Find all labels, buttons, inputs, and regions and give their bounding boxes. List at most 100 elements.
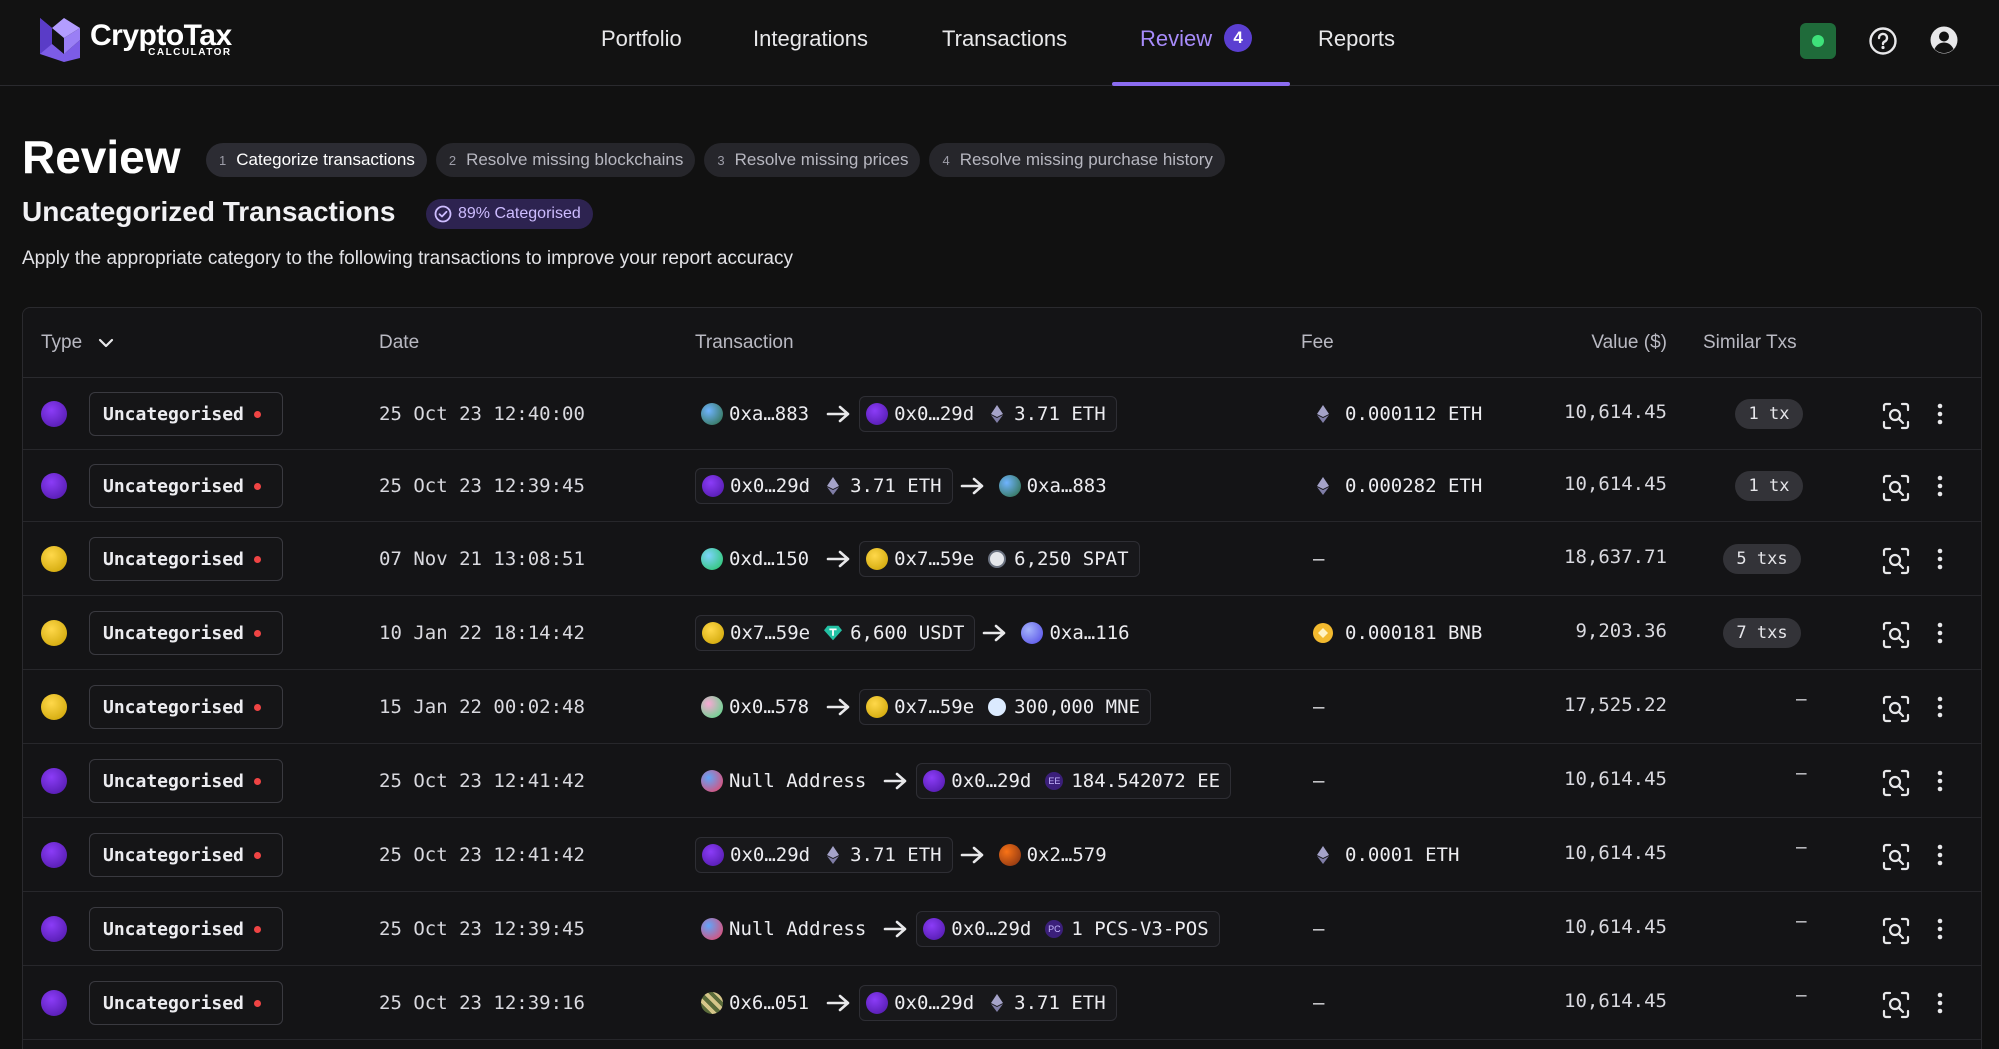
table-row[interactable]: Uncategorised 07 Nov 21 13:08:51 0xd…150 0x… <box>23 522 1981 596</box>
inspect-transaction-icon[interactable] <box>1881 473 1911 503</box>
wallet-avatar-icon <box>41 842 67 868</box>
nav-review[interactable]: Review 4 <box>1140 24 1253 54</box>
address-avatar-icon <box>998 475 1021 497</box>
inspect-transaction-icon[interactable] <box>1881 401 1911 431</box>
inspect-transaction-icon[interactable] <box>1881 990 1911 1020</box>
more-options-icon[interactable] <box>1936 547 1944 571</box>
column-header-transaction: Transaction <box>695 332 794 353</box>
similar-txs-badge[interactable]: 7 txs <box>1723 618 1801 648</box>
similar-txs-badge[interactable]: 5 txs <box>1723 544 1801 574</box>
category-select[interactable]: Uncategorised <box>89 685 283 729</box>
eth-token-icon <box>824 846 842 864</box>
address-chip[interactable]: 0x0…29d 3.71 ETH <box>859 985 1117 1021</box>
more-options-icon[interactable] <box>1936 695 1944 719</box>
category-select[interactable]: Uncategorised <box>89 907 283 951</box>
category-label: Uncategorised <box>103 770 244 792</box>
category-select[interactable]: Uncategorised <box>89 981 283 1025</box>
tx-date: 25 Oct 23 12:39:45 <box>379 475 585 497</box>
step-categorize[interactable]: 1 Categorize transactions <box>206 143 427 177</box>
wallet-avatar-icon <box>41 473 67 499</box>
inspect-transaction-icon[interactable] <box>1881 546 1911 576</box>
category-select[interactable]: Uncategorised <box>89 392 283 436</box>
similar-txs-badge[interactable]: 1 tx <box>1735 471 1803 501</box>
address-chip[interactable]: 0x0…29d 3.71 ETH <box>859 396 1117 432</box>
logo-mark-icon <box>34 14 86 64</box>
tx-flow: 0xa…883 0x0…29d 3.71 ETH <box>695 396 1117 432</box>
column-header-date[interactable]: Date <box>379 332 419 354</box>
inspect-transaction-icon[interactable] <box>1881 916 1911 946</box>
table-row[interactable]: Uncategorised 25 Oct 23 12:41:42 Null Addr… <box>23 744 1981 818</box>
address-chip[interactable]: 0xd…150 <box>695 541 819 577</box>
category-select[interactable]: Uncategorised <box>89 537 283 581</box>
step-number: 2 <box>448 152 457 168</box>
address-label: 0x0…29d <box>951 918 1032 940</box>
more-options-icon[interactable] <box>1936 843 1944 867</box>
inspect-transaction-icon[interactable] <box>1881 620 1911 650</box>
uncategorised-dot-icon <box>253 925 261 933</box>
step-missing-prices[interactable]: 3 Resolve missing prices <box>704 143 921 177</box>
address-avatar-icon <box>1021 622 1044 644</box>
step-number: 4 <box>942 152 950 168</box>
address-chip[interactable]: Null Address <box>695 911 876 947</box>
nav-portfolio[interactable]: Portfolio <box>601 26 682 52</box>
address-chip[interactable]: 0x0…29d 3.71 ETH <box>695 468 953 504</box>
more-options-icon[interactable] <box>1936 769 1944 793</box>
eth-token-icon <box>988 994 1006 1012</box>
more-options-icon[interactable] <box>1936 474 1944 498</box>
address-avatar-icon <box>701 992 723 1014</box>
address-chip[interactable]: 0x6…051 <box>695 985 819 1021</box>
similar-txs-badge[interactable]: 1 tx <box>1735 399 1803 429</box>
check-circle-icon <box>434 205 452 223</box>
inspect-transaction-icon[interactable] <box>1881 842 1911 872</box>
address-chip[interactable]: 0x2…579 <box>993 837 1117 873</box>
category-select[interactable]: Uncategorised <box>89 833 283 877</box>
table-row[interactable]: Uncategorised 10 Jan 22 18:14:42 0x7…59e 6,… <box>23 596 1981 670</box>
more-options-icon[interactable] <box>1936 991 1944 1015</box>
category-select[interactable]: Uncategorised <box>89 464 283 508</box>
address-chip[interactable]: 0x0…29d 3.71 ETH <box>695 837 953 873</box>
address-chip[interactable]: 0x0…578 <box>695 689 819 725</box>
table-row[interactable]: Uncategorised 15 Jan 22 00:02:48 0x0…578 0x… <box>23 670 1981 744</box>
column-header-similar-txs: Similar Txs <box>1703 332 1797 353</box>
table-row[interactable]: Uncategorised 25 Oct 23 12:41:42 0x0…29d 3.… <box>23 818 1981 892</box>
tx-flow: 0x6…051 0x0…29d 3.71 ETH <box>695 985 1117 1021</box>
more-options-icon[interactable] <box>1936 402 1944 426</box>
address-chip[interactable]: 0x7…59e 300,000 MNE <box>859 689 1151 725</box>
table-row[interactable]: Uncategorised 25 Oct 23 12:39:16 0x6…051 0x… <box>23 966 1981 1040</box>
table-row[interactable] <box>23 1040 1981 1049</box>
tx-date: 07 Nov 21 13:08:51 <box>379 548 585 570</box>
step-missing-purchase-history[interactable]: 4 Resolve missing purchase history <box>929 143 1225 177</box>
more-options-icon[interactable] <box>1936 621 1944 645</box>
address-chip[interactable]: Null Address <box>695 763 876 799</box>
table-row[interactable]: Uncategorised 25 Oct 23 12:40:00 0xa…883 0x… <box>23 378 1981 450</box>
nav-integrations[interactable]: Integrations <box>753 26 868 52</box>
address-chip[interactable]: 0x7…59e 6,250 SPAT <box>859 541 1140 577</box>
address-chip[interactable]: 0xa…883 <box>993 468 1117 504</box>
nav-reports[interactable]: Reports <box>1318 26 1395 52</box>
tx-date: 25 Oct 23 12:41:42 <box>379 844 585 866</box>
nav-transactions[interactable]: Transactions <box>942 26 1067 52</box>
address-chip[interactable]: 0xa…883 <box>695 396 819 432</box>
help-icon[interactable] <box>1868 26 1898 56</box>
address-chip[interactable]: 0x0…29d EE 184.542072 EE <box>916 763 1232 799</box>
category-select[interactable]: Uncategorised <box>89 759 283 803</box>
user-account-icon[interactable] <box>1929 25 1959 55</box>
column-header-value[interactable]: Value ($) <box>1563 332 1667 354</box>
type-column-filter[interactable]: Type <box>41 332 115 354</box>
table-row[interactable]: Uncategorised 25 Oct 23 12:39:45 Null Addr… <box>23 892 1981 966</box>
table-row[interactable]: Uncategorised 25 Oct 23 12:39:45 0x0…29d 3.… <box>23 450 1981 522</box>
more-options-icon[interactable] <box>1936 917 1944 941</box>
inspect-transaction-icon[interactable] <box>1881 768 1911 798</box>
tx-amount: 3.71 ETH <box>1014 403 1106 425</box>
address-chip[interactable]: 0x0…29d PC 1 PCS-V3-POS <box>916 911 1220 947</box>
address-chip[interactable]: 0xa…116 <box>1015 615 1139 651</box>
tx-flow: Null Address 0x0…29d PC 1 PCS-V3-POS <box>695 911 1220 947</box>
address-label: 0xa…116 <box>1049 622 1130 644</box>
logo[interactable]: CryptoTax CALCULATOR <box>34 14 232 64</box>
address-chip[interactable]: 0x7…59e 6,600 USDT <box>695 615 976 651</box>
address-avatar-icon <box>923 918 946 940</box>
category-select[interactable]: Uncategorised <box>89 611 283 655</box>
step-missing-blockchains[interactable]: 2 Resolve missing blockchains <box>435 143 696 177</box>
inspect-transaction-icon[interactable] <box>1881 694 1911 724</box>
sync-status-indicator[interactable] <box>1800 23 1836 59</box>
